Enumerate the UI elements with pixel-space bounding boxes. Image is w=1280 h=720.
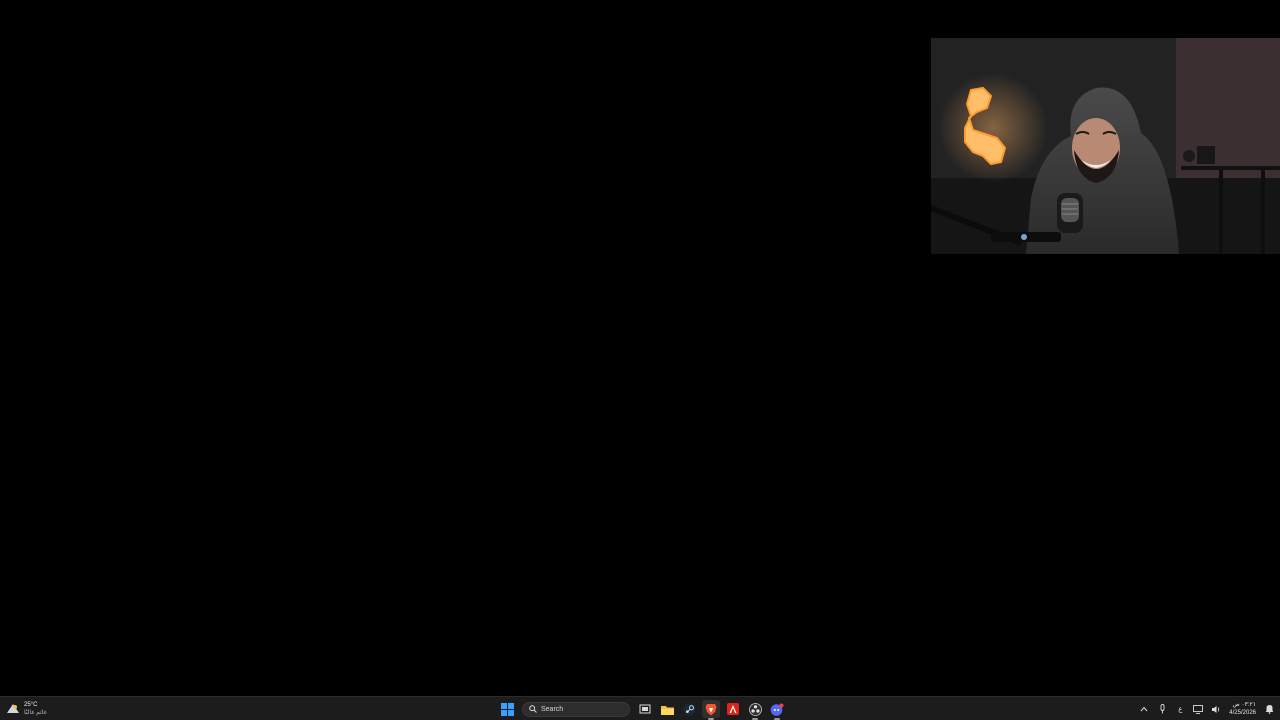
taskbar-center: Search [498, 698, 786, 720]
language-indicator[interactable]: ع [1175, 704, 1185, 714]
windows-logo-icon [500, 702, 514, 716]
task-view-icon [639, 704, 651, 714]
webcam-scene [931, 38, 1280, 254]
steam-icon [683, 703, 695, 715]
discord-icon [770, 703, 784, 716]
start-button[interactable] [498, 700, 516, 718]
cloud-sun-icon [7, 704, 19, 713]
adobe-acrobat-button[interactable] [724, 700, 742, 718]
discord-button[interactable] [768, 700, 786, 720]
weather-temperature: 25°C [24, 702, 38, 708]
chevron-up-icon[interactable] [1139, 704, 1149, 714]
weather-condition: غائم غالبًا [24, 710, 47, 716]
desktop-background [0, 0, 1280, 696]
brave-lion-icon [705, 703, 717, 715]
folder-icon [660, 705, 674, 715]
obs-button[interactable] [746, 700, 764, 720]
brave-browser-button[interactable] [702, 700, 720, 720]
obs-icon [748, 702, 762, 716]
clock-date: 4/25/2026 [1229, 710, 1256, 716]
notification-bell-icon[interactable] [1264, 704, 1274, 714]
taskbar: 25°C غائم غالبًا Search ع ٠٣:٢١ ص 4/25/2… [0, 696, 1280, 720]
clock[interactable]: ٠٣:٢١ ص 4/25/2026 [1229, 701, 1256, 717]
network-icon[interactable] [1193, 704, 1204, 714]
search-icon [529, 705, 537, 713]
task-view-button[interactable] [636, 700, 654, 718]
system-tray: ع ٠٣:٢١ ص 4/25/2026 [1139, 699, 1274, 719]
acrobat-icon [727, 703, 739, 715]
clock-time: ٠٣:٢١ ص [1232, 702, 1256, 708]
search-label: Search [541, 705, 564, 713]
microphone-icon[interactable] [1157, 704, 1167, 714]
weather-widget[interactable]: 25°C غائم غالبًا [6, 699, 47, 719]
taskbar-search[interactable]: Search [522, 701, 630, 717]
file-explorer-button[interactable] [658, 700, 676, 718]
webcam-overlay [931, 38, 1280, 254]
steam-button[interactable] [680, 700, 698, 718]
volume-icon[interactable] [1211, 704, 1221, 714]
